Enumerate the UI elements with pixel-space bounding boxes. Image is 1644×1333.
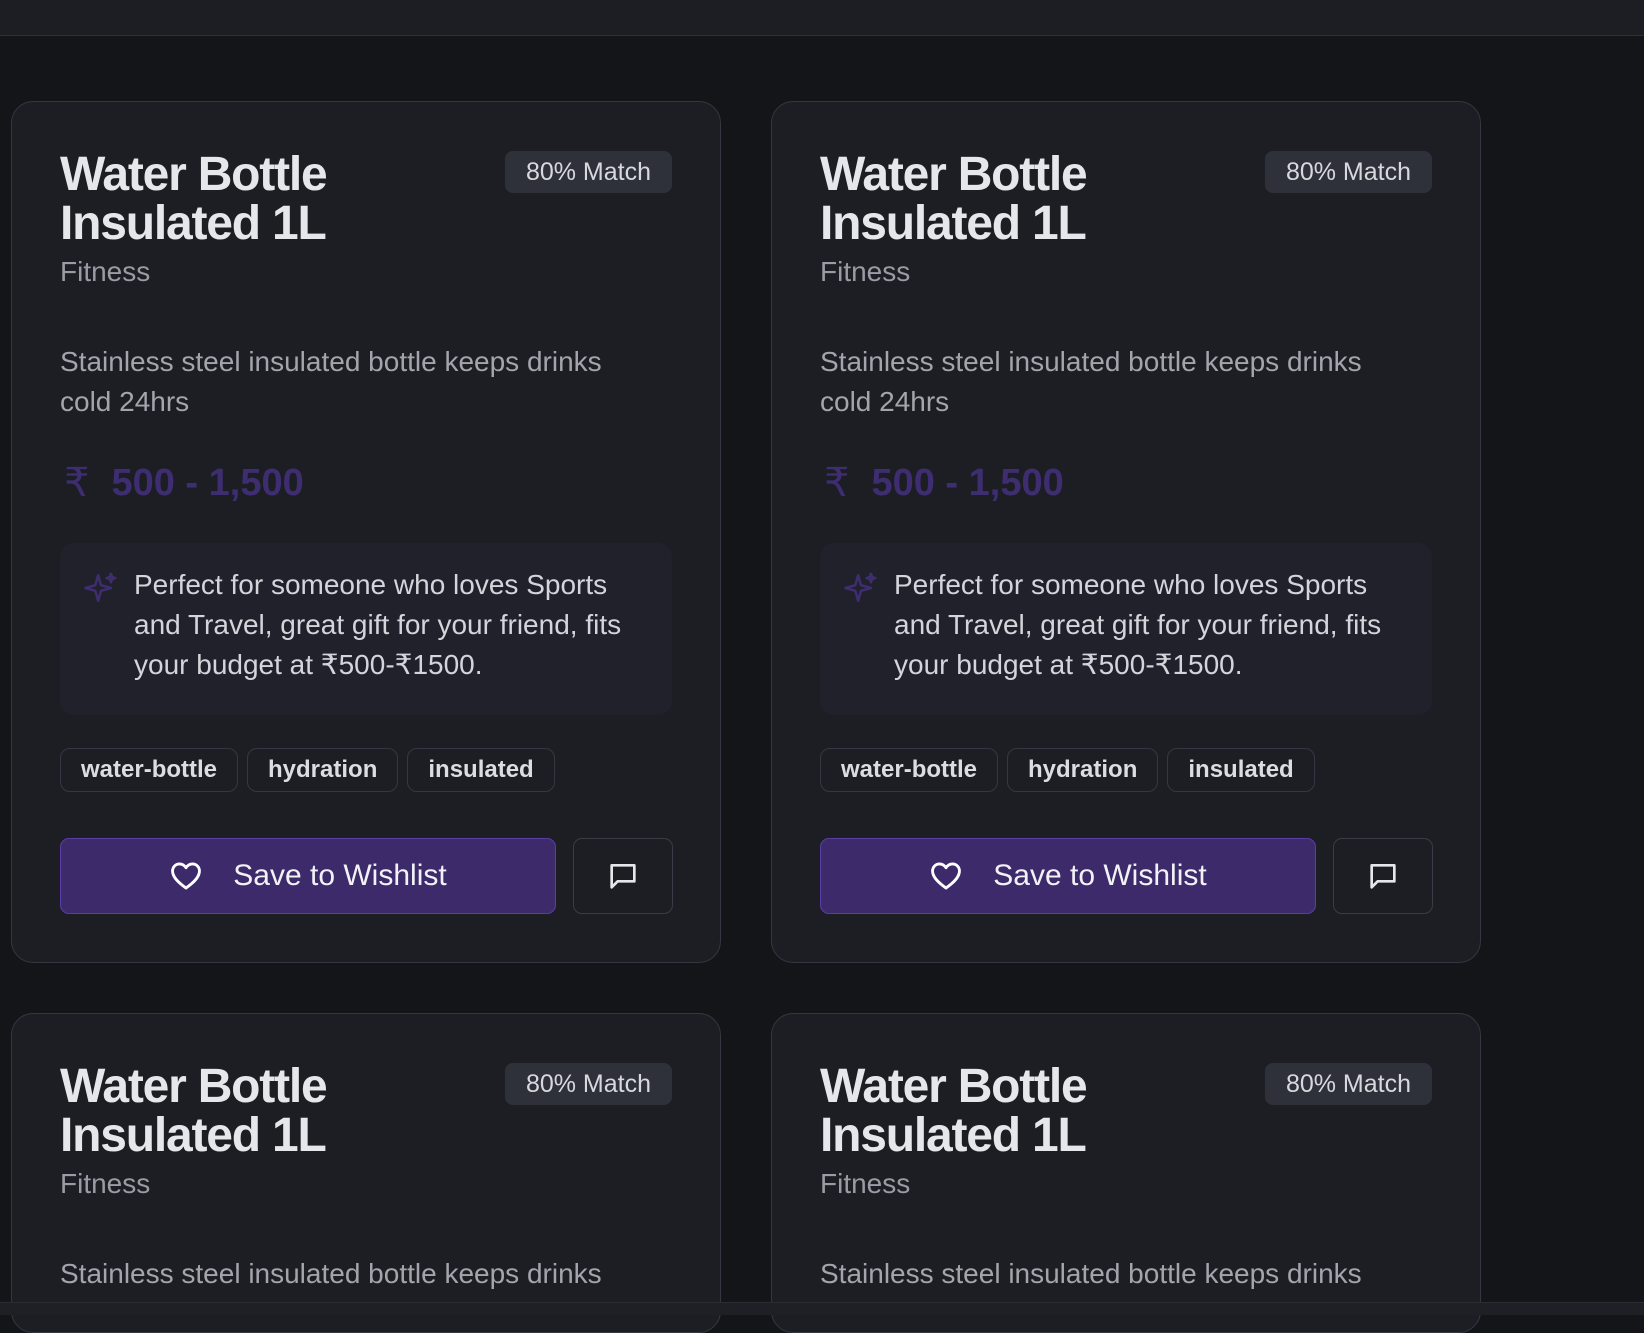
save-to-wishlist-button[interactable]: Save to Wishlist bbox=[820, 838, 1316, 914]
comment-button[interactable] bbox=[1333, 838, 1433, 914]
reason-text: Perfect for someone who loves Sports and… bbox=[134, 569, 622, 680]
price-range-value: 500 - 1,500 bbox=[871, 462, 1064, 504]
match-badge: 80% Match bbox=[504, 151, 672, 193]
product-title: Water Bottle Insulated 1L bbox=[60, 1060, 328, 1162]
recommendation-reason: Perfect for someone who loves Sports and… bbox=[820, 543, 1432, 715]
product-category: Fitness bbox=[60, 1168, 151, 1199]
match-badge: 80% Match bbox=[1264, 151, 1432, 193]
product-title: Water Bottle Insulated 1L bbox=[820, 148, 1088, 250]
sparkles-icon bbox=[844, 572, 877, 603]
product-category: Fitness bbox=[820, 1168, 911, 1199]
product-card: Water Bottle Insulated 1L 80% Match Fitn… bbox=[771, 1013, 1481, 1333]
tag[interactable]: insulated bbox=[1167, 748, 1315, 792]
product-description: Stainless steel insulated bottle keeps d… bbox=[820, 346, 1362, 417]
product-description: Stainless steel insulated bottle keeps d… bbox=[60, 1258, 602, 1289]
rupee-icon: ₹ bbox=[64, 461, 90, 505]
product-card: Water Bottle Insulated 1L 80% Match Fitn… bbox=[11, 101, 721, 963]
tag[interactable]: hydration bbox=[247, 748, 399, 792]
wishlist-label: Save to Wishlist bbox=[233, 859, 447, 892]
comment-button[interactable] bbox=[573, 838, 673, 914]
rupee-icon: ₹ bbox=[824, 461, 850, 505]
product-title: Water Bottle Insulated 1L bbox=[820, 1060, 1088, 1162]
recommendation-reason: Perfect for someone who loves Sports and… bbox=[60, 543, 672, 715]
reason-text: Perfect for someone who loves Sports and… bbox=[894, 569, 1382, 680]
heart-icon bbox=[931, 862, 962, 890]
price-range: ₹ 500 - 1,500 bbox=[820, 458, 1064, 508]
tag[interactable]: water-bottle bbox=[820, 748, 999, 792]
horizontal-scrollbar[interactable] bbox=[0, 1302, 1644, 1315]
tag-list: water-bottle hydration insulated bbox=[60, 748, 555, 792]
sparkles-icon bbox=[84, 572, 117, 603]
message-square-icon bbox=[1370, 864, 1396, 889]
product-description: Stainless steel insulated bottle keeps d… bbox=[60, 346, 602, 417]
match-badge: 80% Match bbox=[504, 1063, 672, 1105]
tag[interactable]: insulated bbox=[407, 748, 555, 792]
product-category: Fitness bbox=[820, 256, 911, 287]
tag[interactable]: hydration bbox=[1007, 748, 1159, 792]
product-card: Water Bottle Insulated 1L 80% Match Fitn… bbox=[771, 101, 1481, 963]
heart-icon bbox=[171, 862, 202, 890]
price-range: ₹ 500 - 1,500 bbox=[60, 458, 304, 508]
message-square-icon bbox=[610, 864, 636, 889]
tag-list: water-bottle hydration insulated bbox=[820, 748, 1315, 792]
match-badge: 80% Match bbox=[1264, 1063, 1432, 1105]
product-title: Water Bottle Insulated 1L bbox=[60, 148, 328, 250]
product-card: Water Bottle Insulated 1L 80% Match Fitn… bbox=[11, 1013, 721, 1333]
price-range-value: 500 - 1,500 bbox=[111, 462, 304, 504]
product-category: Fitness bbox=[60, 256, 151, 287]
wishlist-label: Save to Wishlist bbox=[993, 859, 1207, 892]
tag[interactable]: water-bottle bbox=[60, 748, 239, 792]
product-grid: Water Bottle Insulated 1L 80% Match Fitn… bbox=[0, 0, 1644, 1333]
save-to-wishlist-button[interactable]: Save to Wishlist bbox=[60, 838, 556, 914]
product-description: Stainless steel insulated bottle keeps d… bbox=[820, 1258, 1362, 1289]
